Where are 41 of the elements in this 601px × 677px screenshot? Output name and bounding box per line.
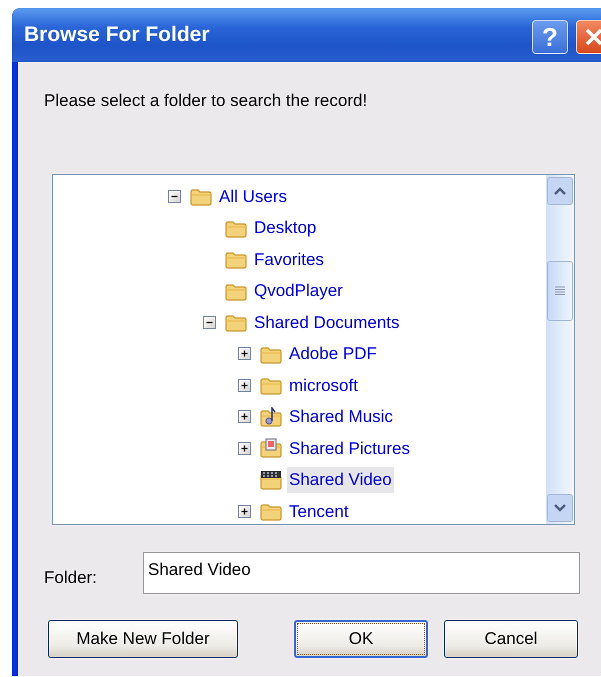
- grip-icon: [555, 286, 565, 295]
- folder-item[interactable]: Shared Documents: [252, 310, 402, 335]
- window-title: Browse For Folder: [24, 22, 211, 48]
- folder-item[interactable]: Shared Pictures: [287, 436, 412, 461]
- expand-toggle[interactable]: [238, 442, 251, 455]
- folder-item[interactable]: Favorites: [252, 246, 326, 272]
- scrollbar[interactable]: [546, 174, 574, 524]
- expand-toggle[interactable]: [238, 410, 251, 424]
- folder-item[interactable]: Adobe PDF: [287, 341, 379, 366]
- ok-button[interactable]: OK: [294, 620, 428, 658]
- folder-item[interactable]: Desktop: [252, 215, 318, 240]
- collapse-toggle[interactable]: [203, 316, 216, 329]
- expand-toggle[interactable]: [238, 347, 251, 360]
- chevron-up-icon: [554, 186, 566, 194]
- plus-icon: [239, 506, 250, 517]
- folder-label: Folder:: [44, 566, 98, 589]
- folder-item[interactable]: microsoft: [287, 372, 360, 398]
- plus-icon: [239, 411, 250, 422]
- folder-item[interactable]: Shared Video: [287, 467, 394, 492]
- prompt-text: Please select a folder to search the record!: [44, 90, 368, 112]
- new-folder-button[interactable]: Make New Folder: [48, 620, 238, 658]
- folder-item[interactable]: Shared Music: [287, 404, 395, 430]
- expand-toggle[interactable]: [238, 504, 251, 518]
- scroll-thumb[interactable]: [547, 260, 573, 320]
- folder-name-field[interactable]: Shared Video: [143, 552, 580, 594]
- plus-icon: [239, 348, 250, 360]
- picture-folder-icon: [260, 438, 282, 458]
- music-folder-icon: [260, 406, 282, 427]
- plus-icon: [239, 442, 250, 454]
- folder-item[interactable]: Tencent: [287, 498, 351, 524]
- chevron-down-icon: [554, 504, 566, 512]
- collapse-toggle[interactable]: [168, 190, 181, 203]
- film-folder-icon: [260, 470, 282, 490]
- scroll-up-button[interactable]: [547, 176, 573, 204]
- expand-toggle[interactable]: [238, 378, 251, 392]
- folder-item[interactable]: All Users: [217, 184, 290, 209]
- plus-icon: [239, 380, 250, 391]
- scroll-down-button[interactable]: [547, 494, 573, 522]
- close-icon: [584, 27, 601, 47]
- folder-item[interactable]: QvodPlayer: [252, 278, 345, 304]
- cancel-button[interactable]: Cancel: [444, 620, 578, 658]
